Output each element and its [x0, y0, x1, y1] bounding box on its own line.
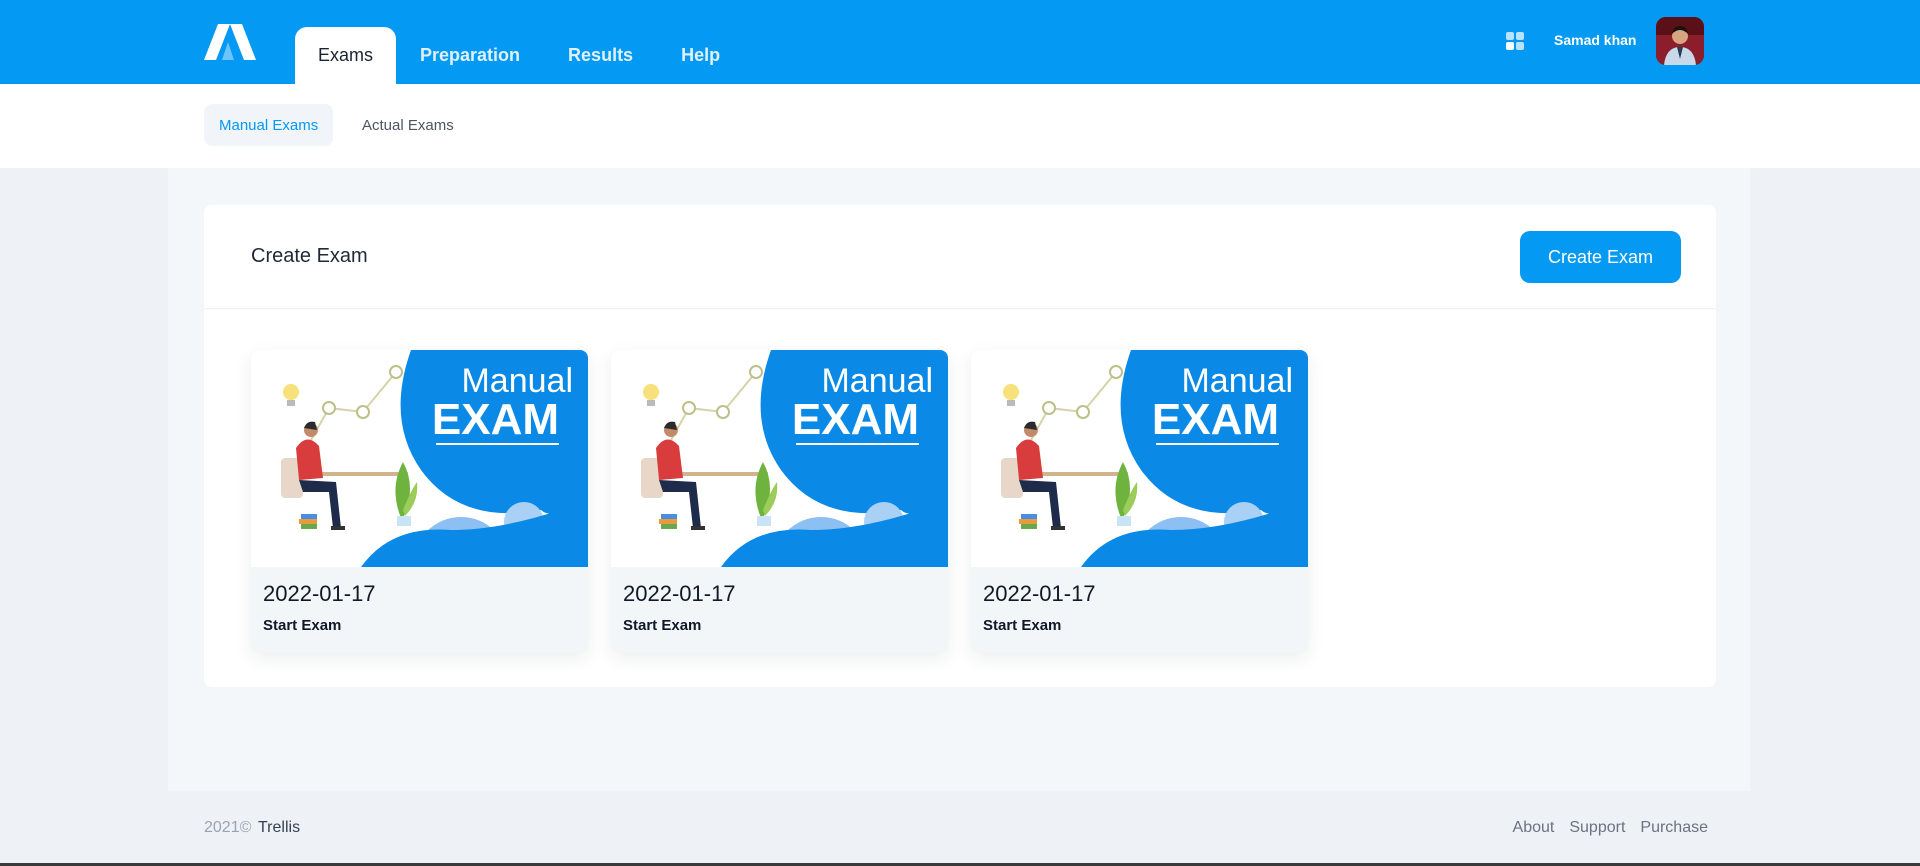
exam-thumbnail: Manual EXAM	[251, 350, 588, 567]
main-nav: Exams Preparation Results Help	[295, 27, 744, 84]
sub-navigation: Manual Exams Actual Exams	[0, 84, 1920, 168]
top-navigation-bar: Exams Preparation Results Help Samad kha…	[0, 0, 1920, 84]
subtab-manual-exams[interactable]: Manual Exams	[204, 104, 334, 146]
page-title: Create Exam	[251, 245, 368, 267]
exam-thumbnail: Manual EXAM	[971, 350, 1308, 567]
exam-card[interactable]: Manual EXAM 2022-01-17 Start Exam	[971, 350, 1308, 652]
start-exam-link[interactable]: Start Exam	[623, 617, 701, 634]
footer-copyright: 2021©	[204, 819, 252, 836]
start-exam-link[interactable]: Start Exam	[983, 617, 1061, 634]
footer-link-support[interactable]: Support	[1569, 819, 1625, 837]
exam-panel: Create Exam Create Exam Manual EXAM 2022…	[204, 205, 1716, 687]
exam-date: 2022-01-17	[263, 581, 376, 606]
footer-links: About Support Purchase	[1513, 819, 1708, 837]
start-exam-link[interactable]: Start Exam	[263, 617, 341, 634]
footer-link-about[interactable]: About	[1513, 819, 1555, 837]
tab-help[interactable]: Help	[657, 27, 744, 84]
user-avatar[interactable]	[1656, 17, 1704, 65]
tab-exams[interactable]: Exams	[295, 27, 397, 84]
tab-preparation[interactable]: Preparation	[396, 27, 544, 84]
create-exam-button[interactable]: Create Exam	[1520, 231, 1681, 283]
exam-card[interactable]: Manual EXAM 2022-01-17 Start Exam	[611, 350, 948, 652]
thumbnail-text-exam: EXAM	[792, 395, 919, 444]
exam-card[interactable]: Manual EXAM 2022-01-17 Start Exam	[251, 350, 588, 652]
footer-brand-link[interactable]: Trellis	[258, 819, 300, 837]
panel-header: Create Exam Create Exam	[204, 205, 1716, 309]
exam-date: 2022-01-17	[623, 581, 736, 606]
grid-icon[interactable]	[1506, 32, 1524, 50]
footer-link-purchase[interactable]: Purchase	[1640, 819, 1708, 837]
thumbnail-text-exam: EXAM	[432, 395, 559, 444]
brand-logo-icon[interactable]	[204, 24, 256, 60]
user-name[interactable]: Samad khan	[1554, 32, 1636, 48]
thumbnail-text-exam: EXAM	[1152, 395, 1279, 444]
exam-date: 2022-01-17	[983, 581, 1096, 606]
subtab-actual-exams[interactable]: Actual Exams	[347, 104, 469, 146]
tab-results[interactable]: Results	[544, 27, 657, 84]
exam-thumbnail: Manual EXAM	[611, 350, 948, 567]
